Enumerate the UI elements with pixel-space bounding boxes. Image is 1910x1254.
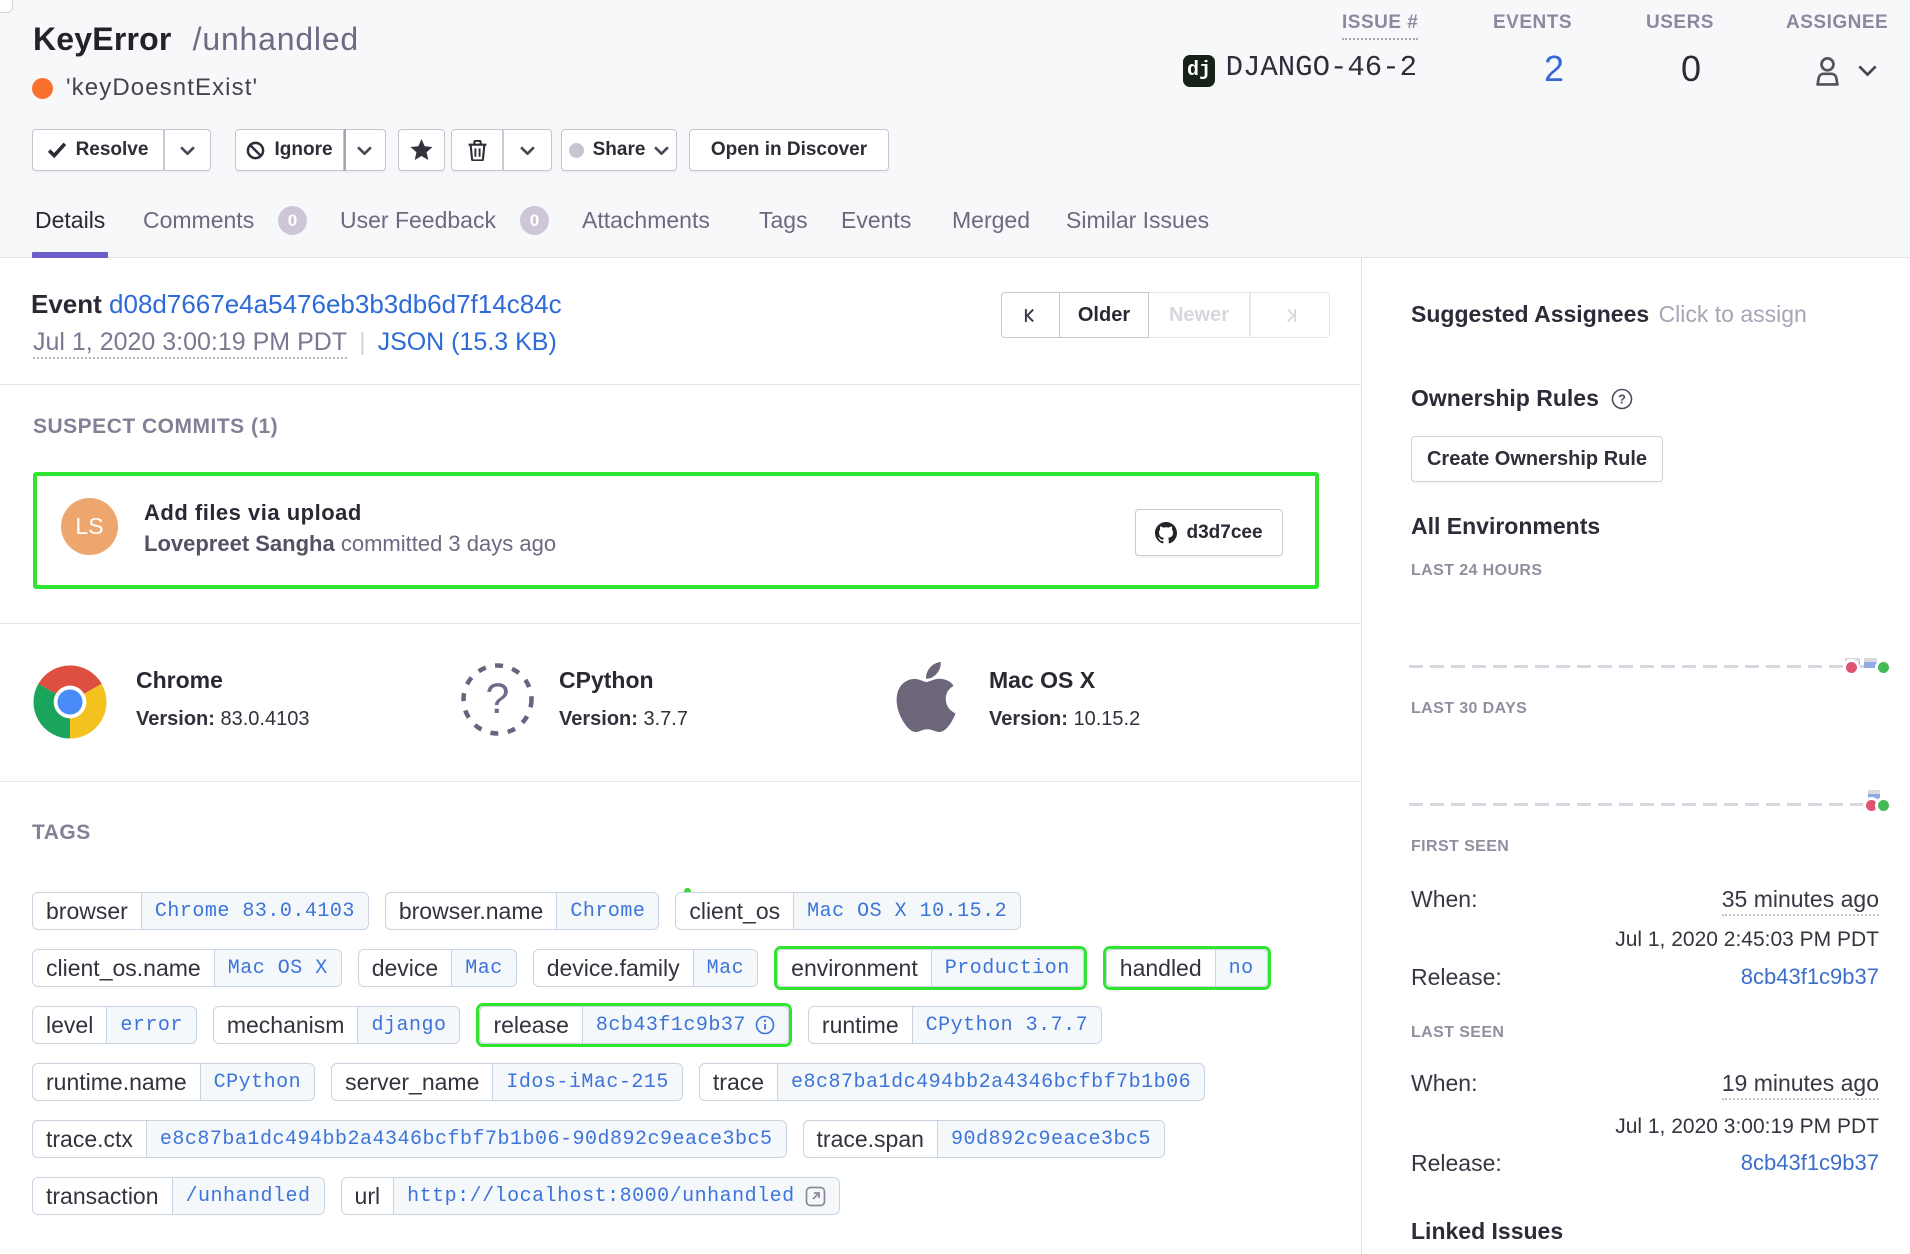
svg-text:?: ? — [1618, 392, 1626, 407]
svg-text:?: ? — [486, 675, 510, 723]
